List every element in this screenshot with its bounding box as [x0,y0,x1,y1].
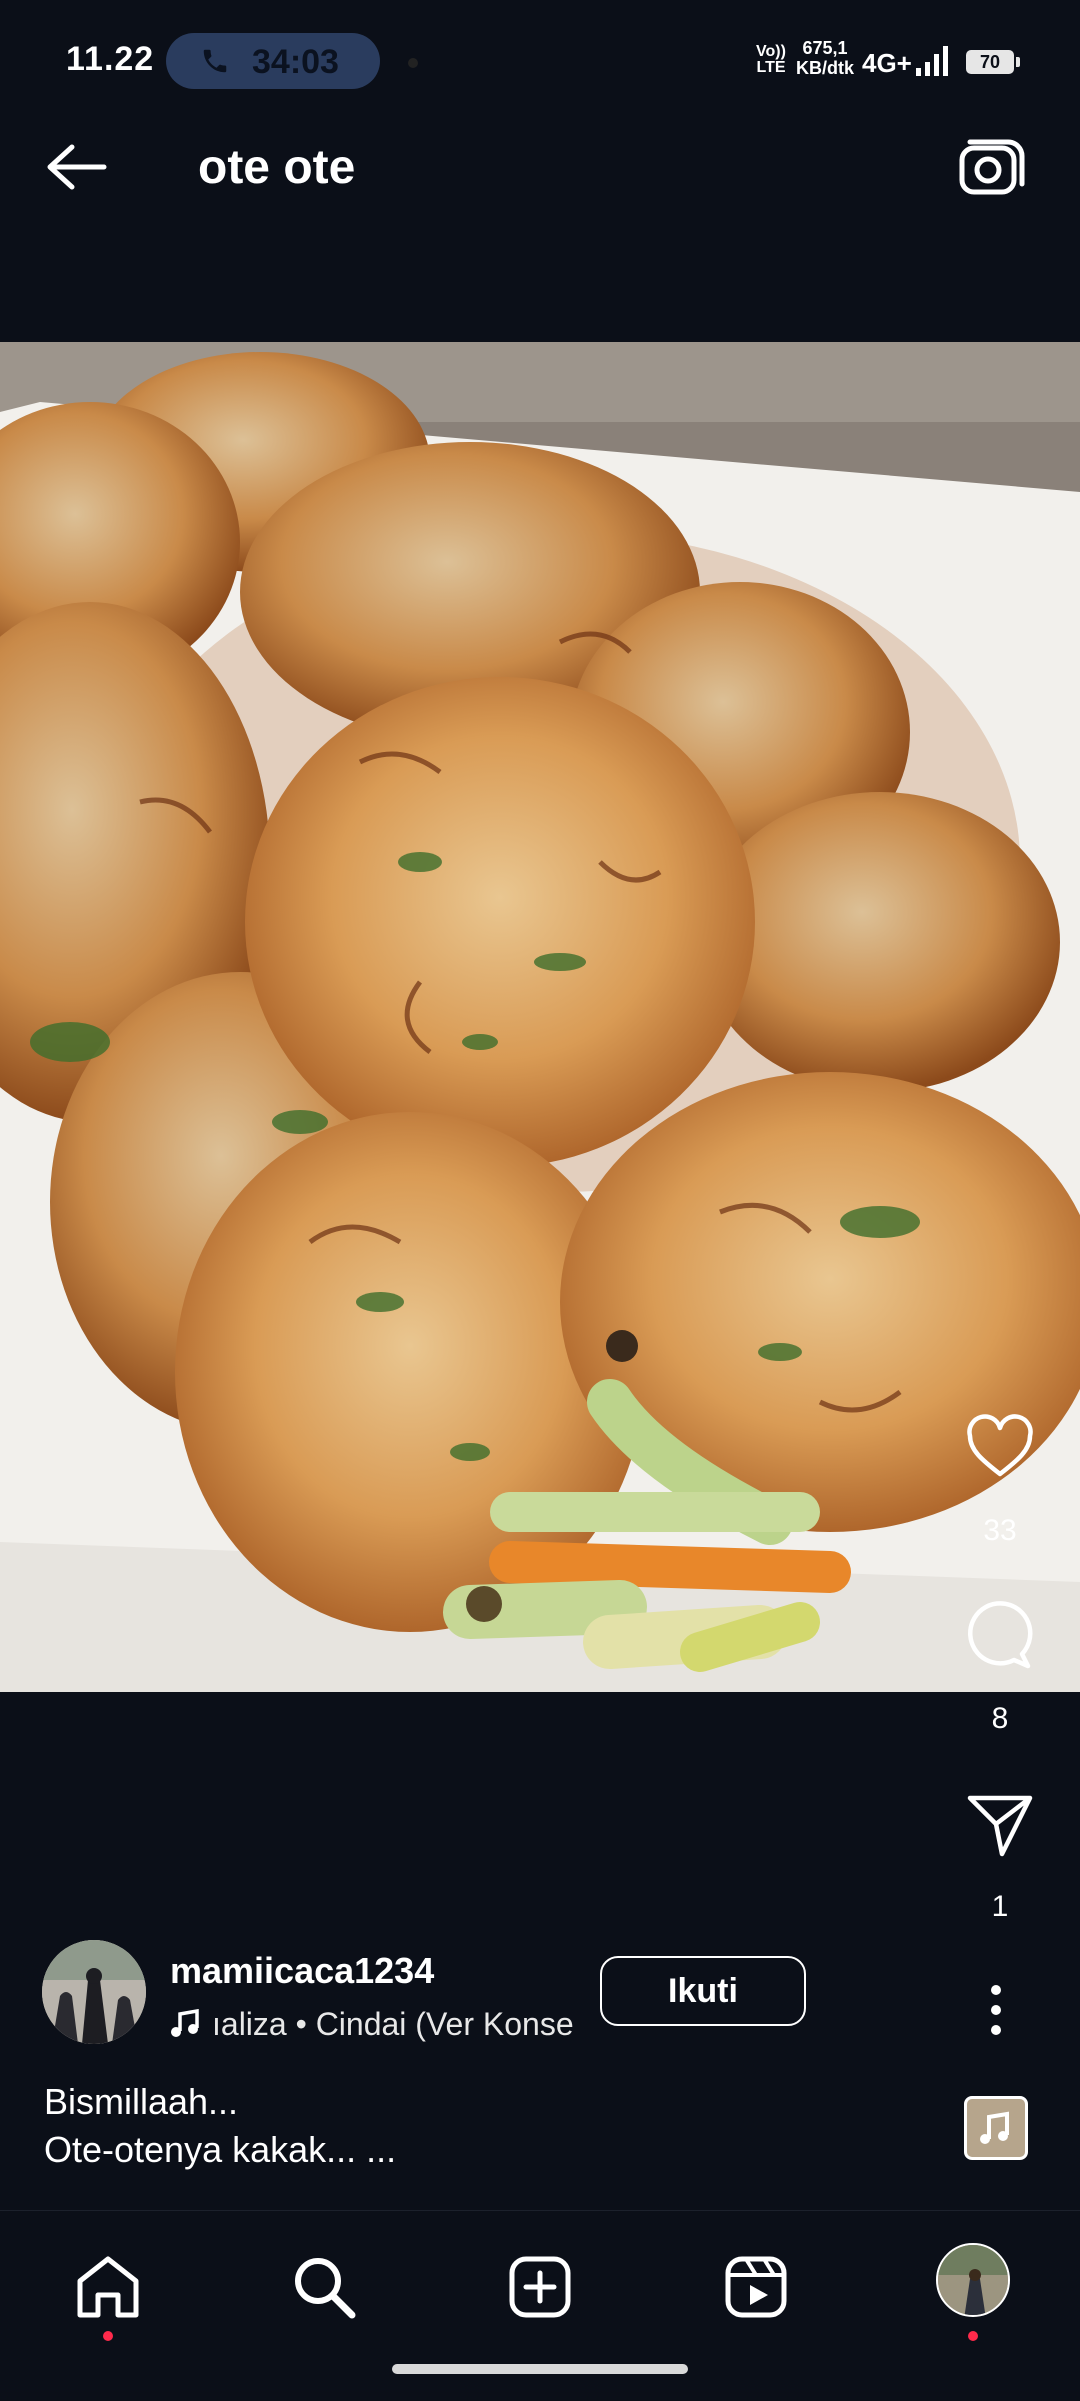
send-icon [967,1795,1033,1857]
music-note-icon [980,2111,1009,2144]
call-duration: 34:03 [252,43,339,81]
network-speed: 675,1 KB/dtk [796,38,854,78]
music-info[interactable]: ıaliza • Cindai (Ver Konse [170,2006,574,2050]
reels-icon[interactable] [720,2251,792,2323]
comment-icon [968,1601,1033,1669]
home-notification-dot [103,2331,113,2341]
home-icon[interactable] [72,2251,144,2323]
camera-icon[interactable] [956,136,1026,200]
heart-icon [967,1414,1033,1477]
status-bar: 11.22 34:03 Vo)) LTE 675,1 KB/dtk 4G+ 70 [0,0,1080,92]
profile-avatar[interactable] [936,2243,1010,2317]
plus-square-icon[interactable] [504,2251,576,2323]
share-button[interactable] [960,1788,1040,1865]
caption-line-2: Ote-otenya kakak... ... [44,2129,397,2170]
phone-icon [203,49,227,73]
ongoing-call-pill[interactable]: 34:03 [166,33,380,89]
author-username[interactable]: mamiicaca1234 [170,1950,434,1992]
fritters-photo [0,342,1080,1692]
post-image[interactable] [0,342,1080,1692]
comment-count: 8 [991,1702,1009,1735]
status-indicator-dot [408,58,418,68]
search-icon[interactable] [288,2251,360,2323]
comment-button[interactable] [960,1600,1040,1677]
arrow-left-icon[interactable] [44,142,108,192]
page-title: ote ote [198,141,356,194]
network-speed-unit: KB/dtk [796,58,854,78]
like-count: 33 [983,1514,1017,1547]
more-vertical-icon[interactable] [986,1980,1006,2040]
music-title: ıaliza • Cindai (Ver Konse [212,2006,574,2042]
network-type: 4G+ [862,48,912,78]
music-note-icon [171,2009,199,2037]
author-avatar[interactable] [42,1940,146,2044]
battery-indicator: 70 [966,50,1020,74]
avatar-image [42,1940,146,2044]
volte-label: Vo)) LTE [756,43,786,76]
signal-bars-icon [916,46,948,76]
caption-line-1: Bismillaah... [44,2081,239,2122]
audio-thumbnail[interactable] [964,2096,1028,2160]
share-count: 1 [991,1890,1009,1923]
like-button[interactable] [960,1412,1040,1489]
header: ote ote [0,92,1080,342]
status-time: 11.22 [66,40,155,78]
profile-image [938,2245,1008,2315]
profile-notification-dot [968,2331,978,2341]
network-speed-value: 675,1 [802,38,848,58]
gesture-home-bar[interactable] [392,2364,688,2374]
follow-button[interactable]: Ikuti [600,1956,806,2026]
post-caption[interactable]: Bismillaah... Ote-otenya kakak... ... [44,2078,396,2174]
